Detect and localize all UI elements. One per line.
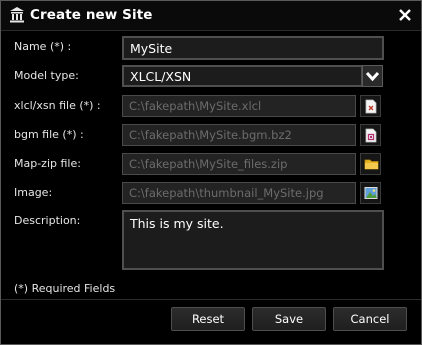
- dialog-title: Create new Site: [30, 7, 153, 23]
- xlcl-file-label: xlcl/xsn file (*) :: [14, 99, 101, 112]
- close-icon[interactable]: [395, 5, 415, 25]
- image-browse-button[interactable]: [360, 182, 381, 204]
- model-type-label: Model type:: [14, 69, 79, 82]
- map-zip-field: C:\fakepath\MySite_files.zip: [122, 153, 356, 175]
- create-site-dialog: Create new Site Name (*) : MySite Model …: [0, 0, 422, 345]
- map-zip-label: Map-zip file:: [14, 157, 81, 170]
- description-textarea[interactable]: This is my site.: [122, 210, 384, 270]
- building-icon: [9, 6, 25, 24]
- required-fields-note: (*) Required Fields: [14, 282, 116, 295]
- image-field: C:\fakepath\thumbnail_MySite.jpg: [122, 182, 356, 204]
- name-label: Name (*) :: [14, 40, 72, 53]
- model-type-select[interactable]: XLCL/XSN: [122, 65, 363, 87]
- folder-icon: [364, 159, 379, 170]
- xlcl-file-field: C:\fakepath\MySite.xlcl: [122, 95, 356, 117]
- xlcl-file-browse-button[interactable]: [360, 95, 381, 117]
- model-type-dropdown-button[interactable]: [362, 65, 383, 87]
- dialog-titlebar: Create new Site: [1, 1, 421, 31]
- description-label: Description:: [14, 214, 81, 227]
- footer-divider: [1, 299, 421, 300]
- name-input[interactable]: MySite: [122, 36, 384, 60]
- image-icon: [364, 187, 378, 199]
- bgm-file-label: bgm file (*) :: [14, 128, 84, 141]
- bgm-file-icon: [365, 128, 377, 143]
- save-button[interactable]: Save: [252, 307, 326, 331]
- map-zip-browse-button[interactable]: [360, 153, 381, 175]
- bgm-file-browse-button[interactable]: [360, 124, 381, 146]
- xlcl-file-icon: [365, 99, 377, 114]
- close-button[interactable]: [395, 5, 415, 25]
- cancel-button[interactable]: Cancel: [333, 307, 407, 331]
- chevron-down-icon: [365, 71, 380, 82]
- reset-button[interactable]: Reset: [171, 307, 245, 331]
- image-label: Image:: [14, 186, 53, 199]
- bgm-file-field: C:\fakepath\MySite.bgm.bz2: [122, 124, 356, 146]
